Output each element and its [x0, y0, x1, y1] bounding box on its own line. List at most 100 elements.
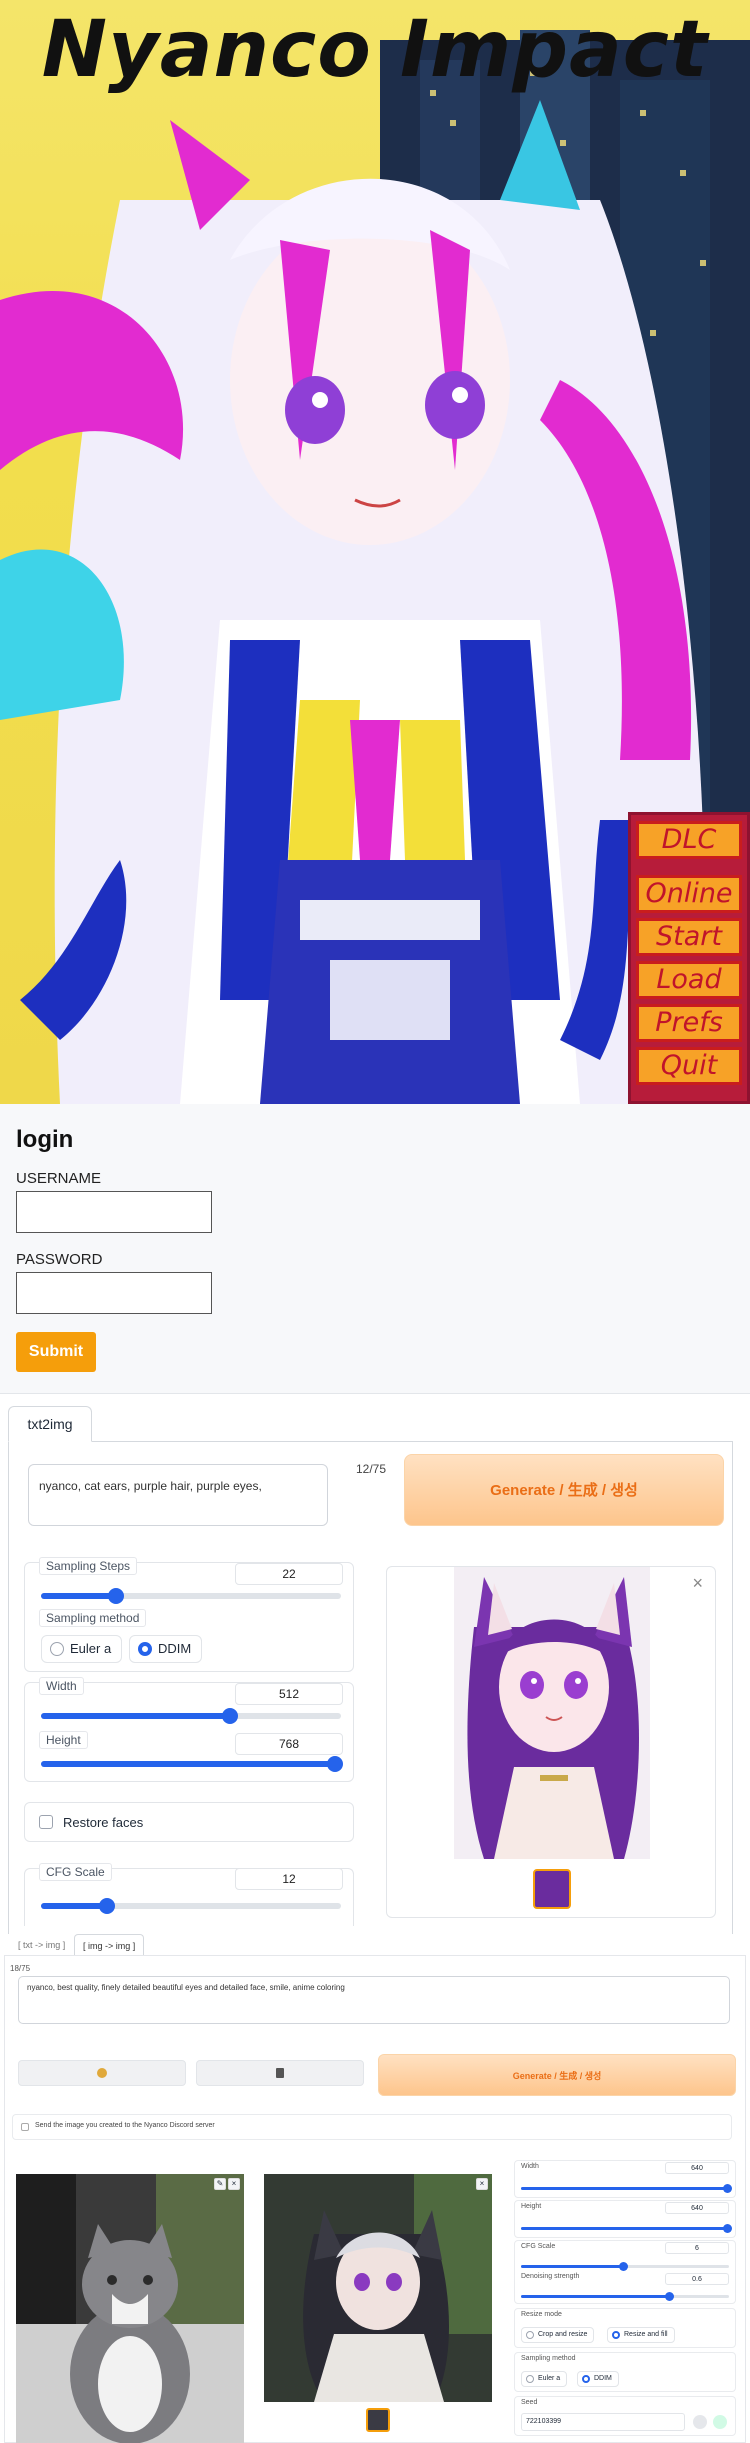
- height-value[interactable]: 768: [235, 1733, 343, 1755]
- i2i-height-thumb[interactable]: [722, 2224, 732, 2233]
- i2i-height-block: Height 640: [514, 2200, 736, 2238]
- img2img-token-count: 18/75: [10, 1964, 31, 1973]
- send-discord-block[interactable]: Send the image you created to the Nyanco…: [12, 2114, 732, 2140]
- sampling-steps-thumb[interactable]: [108, 1588, 124, 1604]
- tab-txt-to-img[interactable]: [ txt -> img ]: [10, 1934, 73, 1956]
- login-heading: login: [16, 1126, 74, 1153]
- i2i-width-thumb[interactable]: [722, 2184, 732, 2193]
- menu-load-button[interactable]: Load: [636, 961, 742, 999]
- menu-dlc-button[interactable]: DLC: [636, 821, 742, 859]
- height-thumb[interactable]: [327, 1756, 343, 1772]
- img2img-section: [ txt -> img ] [ img -> img ] 18/75 nyan…: [0, 1934, 750, 2443]
- radio-euler-a[interactable]: Euler a: [41, 1635, 123, 1663]
- radio-crop-label: Crop and resize: [538, 2331, 588, 2338]
- i2i-denoise-value[interactable]: 0.6: [665, 2273, 729, 2285]
- username-label: USERNAME: [16, 1170, 102, 1187]
- sampling-steps-slider[interactable]: [41, 1588, 341, 1604]
- cfg-scale-label: CFG Scale: [39, 1863, 112, 1881]
- menu-online-button[interactable]: Online: [636, 875, 742, 913]
- menu-quit-button[interactable]: Quit: [636, 1047, 742, 1085]
- generated-image[interactable]: [454, 1567, 650, 1859]
- clear-button[interactable]: [196, 2060, 364, 2086]
- close-source-icon[interactable]: ×: [228, 2178, 240, 2190]
- width-thumb[interactable]: [222, 1708, 238, 1724]
- login-section: login USERNAME PASSWORD Submit: [0, 1104, 750, 1394]
- i2i-height-value[interactable]: 640: [665, 2202, 729, 2214]
- close-result-icon[interactable]: ×: [476, 2178, 488, 2190]
- width-value[interactable]: 512: [235, 1683, 343, 1705]
- gallery-thumbnail[interactable]: [533, 1869, 571, 1909]
- game-title: Nyanco Impact: [41, 5, 709, 95]
- seed-label: Seed: [521, 2399, 538, 2406]
- radio-euler-a-dot: [50, 1642, 64, 1656]
- i2i-cfg-block: CFG Scale 6 Denoising strength 0.6: [514, 2240, 736, 2304]
- output-gallery: ×: [386, 1566, 716, 1918]
- i2i-width-value[interactable]: 640: [665, 2162, 729, 2174]
- i2i-cfg-slider[interactable]: [521, 2262, 729, 2271]
- send-discord-label: Send the image you created to the Nyanco…: [35, 2122, 215, 2129]
- height-slider[interactable]: [41, 1756, 343, 1772]
- i2i-height-label: Height: [521, 2203, 542, 2210]
- resize-mode-block: Resize mode Crop and resize Resize and f…: [514, 2308, 736, 2348]
- resize-mode-label: Resize mode: [521, 2311, 562, 2318]
- submit-button[interactable]: Submit: [16, 1332, 96, 1372]
- radio-crop-dot: [526, 2331, 534, 2339]
- radio-ddim[interactable]: DDIM: [129, 1635, 203, 1663]
- i2i-height-slider[interactable]: [521, 2224, 732, 2233]
- i2i-width-label: Width: [521, 2163, 539, 2170]
- cfg-scale-value[interactable]: 12: [235, 1868, 343, 1890]
- cfg-scale-thumb[interactable]: [99, 1898, 115, 1914]
- recycle-icon[interactable]: [713, 2415, 727, 2429]
- generate-button[interactable]: Generate / 生成 / 생성: [404, 1454, 724, 1526]
- tab-txt2img[interactable]: txt2img: [8, 1406, 92, 1442]
- i2i-cfg-label: CFG Scale: [521, 2243, 556, 2250]
- seed-input[interactable]: 722103399: [521, 2413, 685, 2431]
- seed-block: Seed 722103399: [514, 2396, 736, 2436]
- interrogate-button[interactable]: [18, 2060, 186, 2086]
- sampling-steps-value[interactable]: 22: [235, 1563, 343, 1585]
- i2i-euler-label: Euler a: [538, 2375, 561, 2382]
- width-label: Width: [39, 1677, 84, 1695]
- radio-resize-and-fill[interactable]: Resize and fill: [607, 2327, 675, 2343]
- tab-img-to-img[interactable]: [ img -> img ]: [74, 1934, 145, 1956]
- i2i-cfg-value[interactable]: 6: [665, 2242, 729, 2254]
- i2i-radio-ddim[interactable]: DDIM: [577, 2371, 619, 2387]
- radio-ddim-dot: [138, 1642, 152, 1656]
- token-count: 12/75: [356, 1462, 387, 1476]
- i2i-denoise-slider[interactable]: [521, 2292, 729, 2301]
- radio-ddim-label: DDIM: [158, 1641, 192, 1656]
- edit-icon[interactable]: ✎: [214, 2178, 226, 2190]
- send-discord-checkbox[interactable]: [21, 2123, 29, 2131]
- i2i-euler-dot: [526, 2375, 534, 2383]
- restore-faces-block[interactable]: Restore faces: [24, 1802, 354, 1842]
- i2i-cfg-thumb[interactable]: [618, 2262, 628, 2271]
- img2img-generate-button[interactable]: Generate / 生成 / 생성: [378, 2054, 736, 2096]
- width-slider[interactable]: [41, 1708, 341, 1724]
- cfg-scale-slider[interactable]: [41, 1898, 341, 1914]
- i2i-width-slider[interactable]: [521, 2184, 732, 2193]
- username-input[interactable]: [16, 1191, 212, 1233]
- prompt-input[interactable]: nyanco, cat ears, purple hair, purple ey…: [28, 1464, 328, 1526]
- restore-faces-checkbox[interactable]: [39, 1815, 53, 1829]
- dice-icon[interactable]: [693, 2415, 707, 2429]
- close-icon[interactable]: ×: [692, 1573, 703, 1594]
- i2i-radio-euler-a[interactable]: Euler a: [521, 2371, 568, 2387]
- trash-icon: [276, 2068, 284, 2078]
- hero-banner: Nyanco Impact DLC Online Start Load Pref…: [0, 0, 750, 1104]
- result-thumbnail[interactable]: [366, 2408, 390, 2432]
- sampling-block: Sampling Steps 22 Sampling method Euler …: [24, 1557, 354, 1672]
- source-image[interactable]: [16, 2174, 244, 2443]
- i2i-sampling-block: Sampling method Euler a DDIM: [514, 2352, 736, 2392]
- i2i-width-block: Width 640: [514, 2160, 736, 2198]
- i2i-ddim-label: DDIM: [594, 2375, 612, 2382]
- menu-prefs-button[interactable]: Prefs: [636, 1004, 742, 1042]
- result-image[interactable]: [264, 2174, 492, 2402]
- cfg-block: CFG Scale 12: [24, 1863, 354, 1926]
- sampling-method-label: Sampling method: [39, 1609, 147, 1627]
- menu-start-button[interactable]: Start: [636, 918, 742, 956]
- restore-faces-label: Restore faces: [63, 1815, 144, 1830]
- img2img-prompt-input[interactable]: nyanco, best quality, finely detailed be…: [18, 1976, 730, 2024]
- i2i-denoise-thumb[interactable]: [664, 2292, 674, 2301]
- radio-crop-and-resize[interactable]: Crop and resize: [521, 2327, 595, 2343]
- password-input[interactable]: [16, 1272, 212, 1314]
